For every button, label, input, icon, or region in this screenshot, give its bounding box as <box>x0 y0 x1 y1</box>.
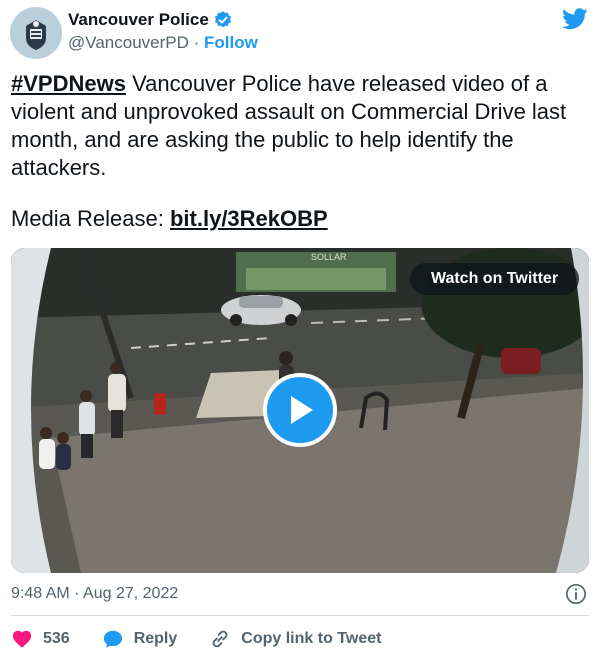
avatar[interactable] <box>10 7 62 59</box>
tweet-timestamp[interactable]: 9:48 AM · Aug 27, 2022 <box>11 585 178 603</box>
play-button[interactable] <box>263 373 337 447</box>
divider <box>11 615 589 616</box>
media-release-line: Media Release: bit.ly/3RekOBP <box>11 205 328 233</box>
like-button[interactable]: 536 <box>11 628 70 650</box>
release-link[interactable]: bit.ly/3RekOBP <box>170 206 328 231</box>
copy-link-label: Copy link to Tweet <box>241 630 382 647</box>
action-bar: 536 Reply Copy link to Tweet <box>11 628 413 650</box>
watch-on-twitter-button[interactable]: Watch on Twitter <box>410 263 579 295</box>
heart-icon <box>12 630 32 648</box>
follow-button[interactable]: Follow <box>204 33 258 52</box>
tweet-text: #VPDNews Vancouver Police have released … <box>11 70 586 182</box>
reply-button[interactable]: Reply <box>102 628 178 650</box>
fire-hydrant <box>154 393 166 415</box>
red-car <box>501 348 541 374</box>
separator-dot: · <box>188 33 204 52</box>
release-label: Media Release: <box>11 206 170 231</box>
account-handle[interactable]: @VancouverPD <box>68 33 189 52</box>
handle-row: @VancouverPD · Follow <box>68 33 258 53</box>
copy-link-button[interactable]: Copy link to Tweet <box>209 628 381 650</box>
account-name-row: Vancouver Police <box>68 10 233 30</box>
hashtag-link[interactable]: #VPDNews <box>11 71 126 96</box>
reply-bubble-icon <box>103 630 122 648</box>
like-count: 536 <box>43 630 70 647</box>
info-icon[interactable] <box>565 583 587 605</box>
play-icon <box>291 396 313 424</box>
verified-badge-icon <box>214 11 231 28</box>
store-sign: SOLLAR <box>311 252 347 262</box>
police-badge-icon <box>10 7 62 59</box>
twitter-logo-icon[interactable] <box>562 8 588 30</box>
reply-label: Reply <box>133 630 178 647</box>
link-icon <box>212 630 228 648</box>
car <box>221 295 301 326</box>
account-name[interactable]: Vancouver Police <box>68 10 209 30</box>
